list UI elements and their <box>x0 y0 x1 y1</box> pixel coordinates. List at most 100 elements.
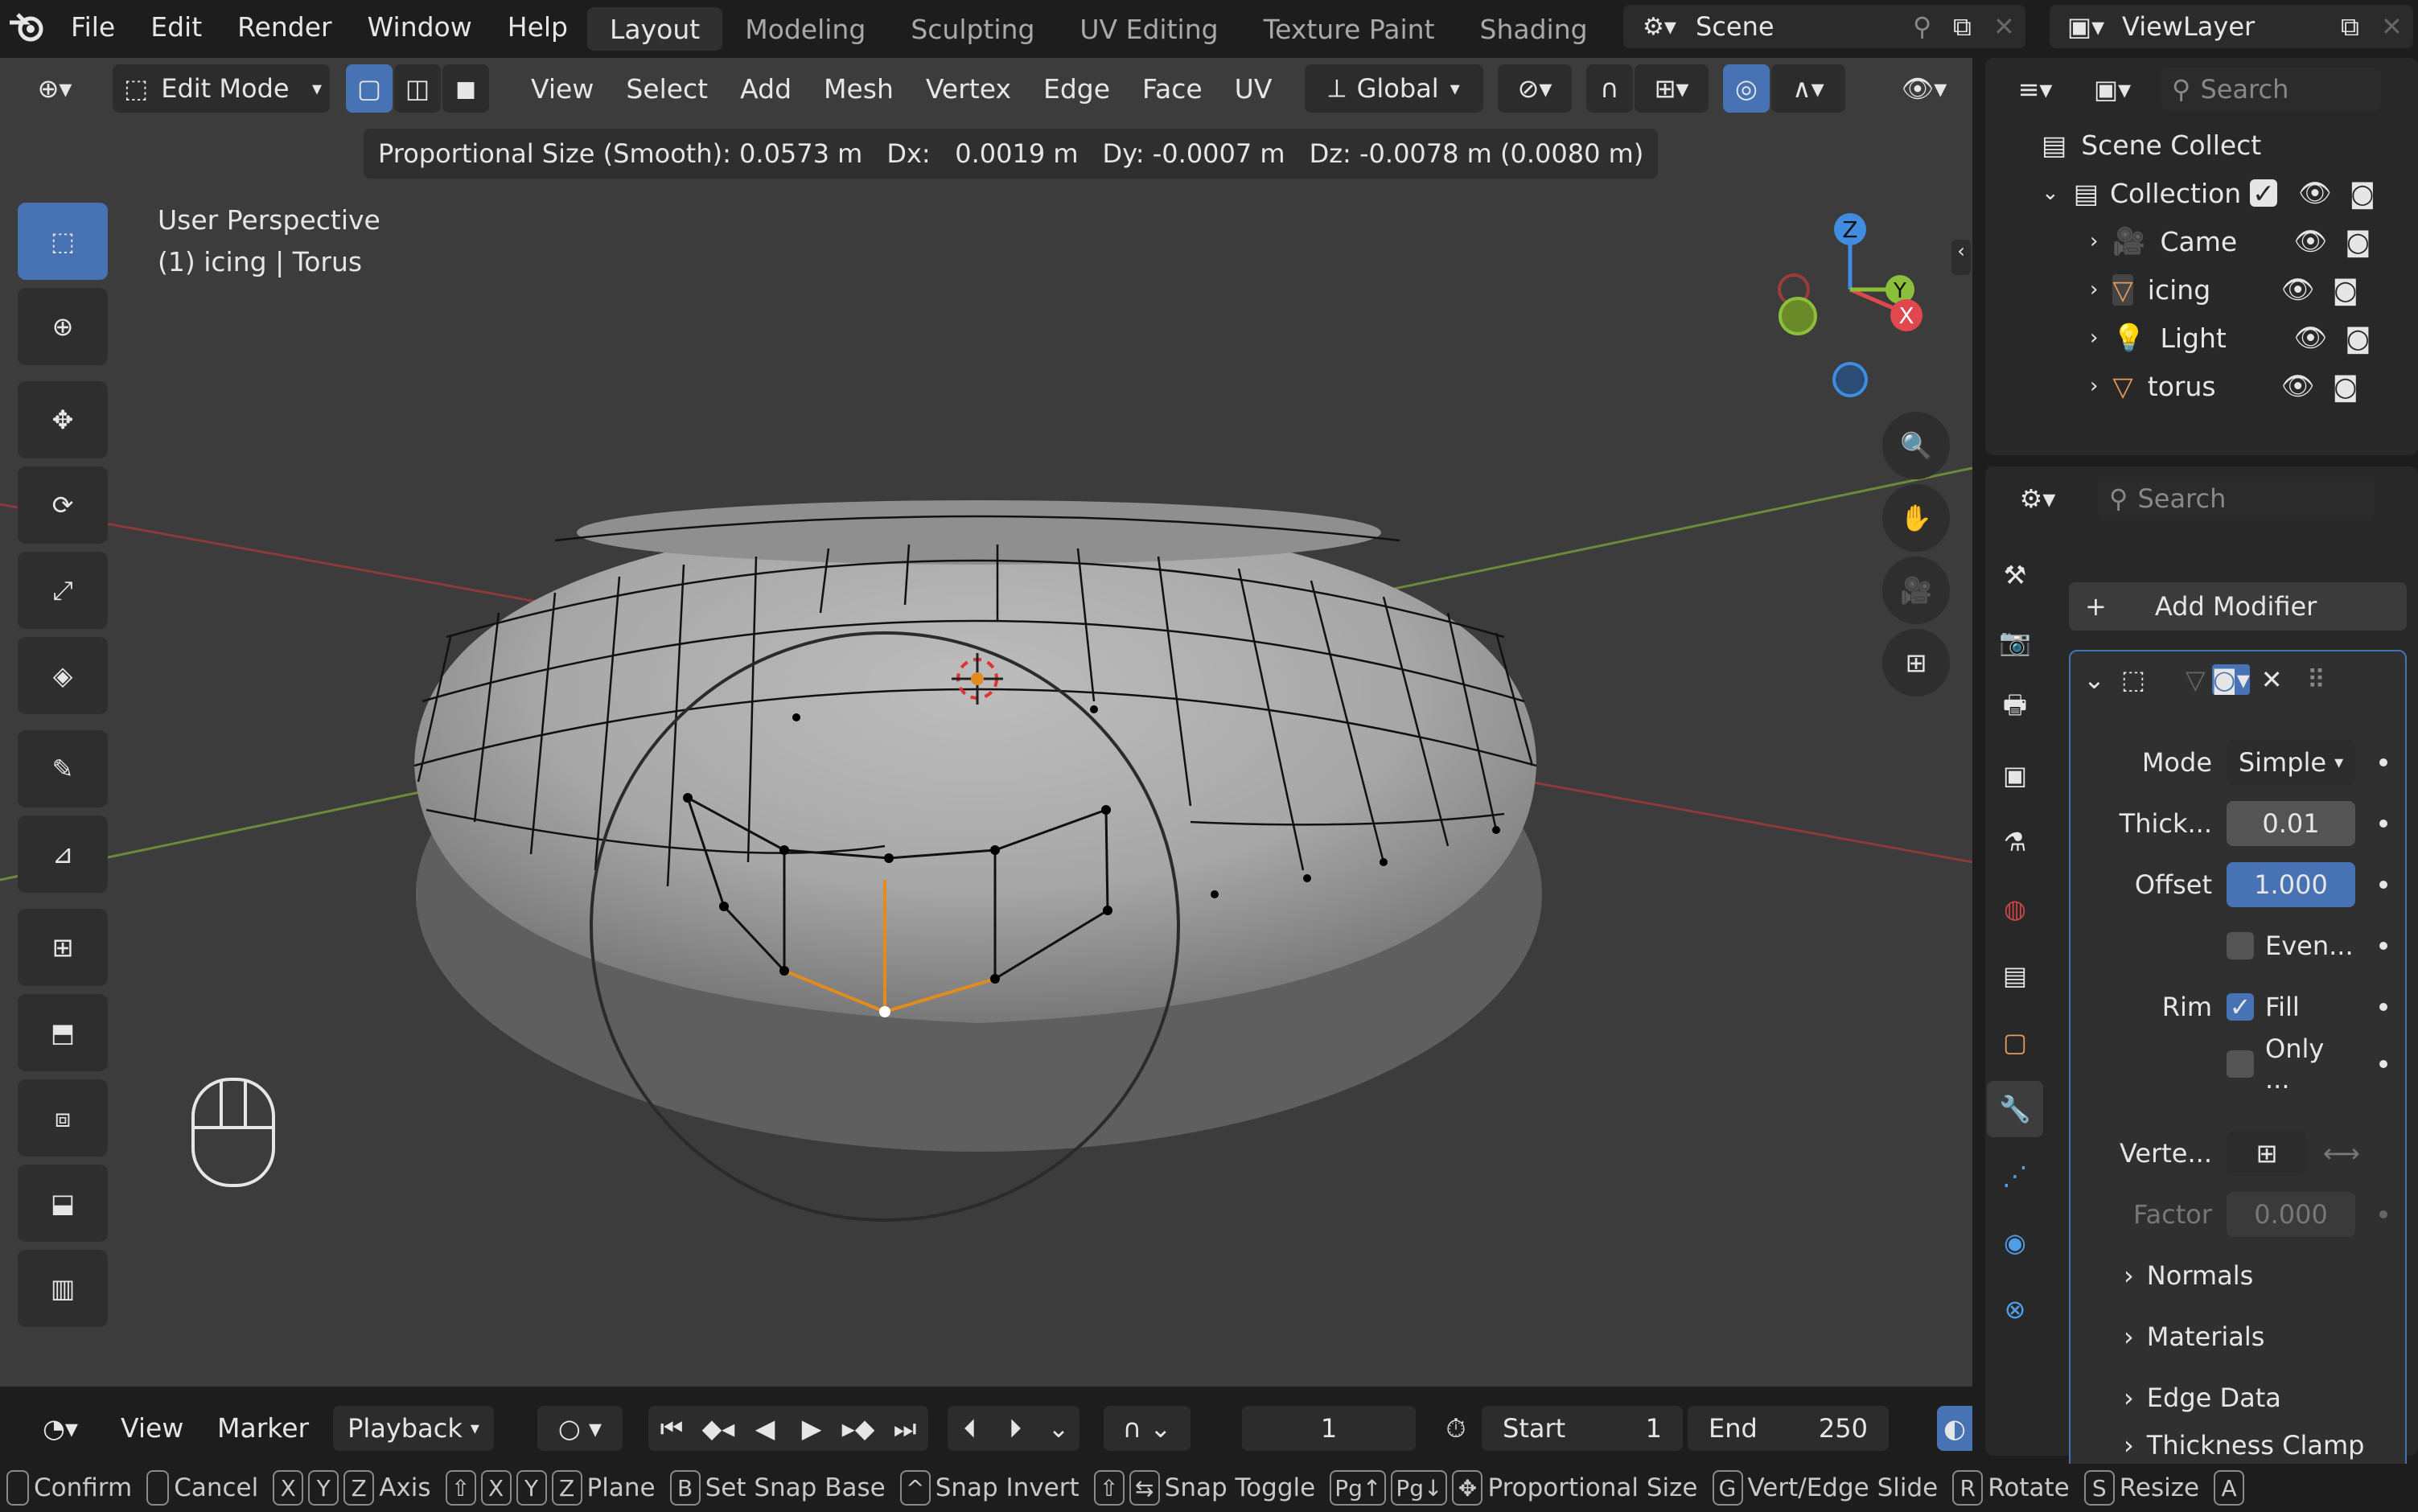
close-icon[interactable]: ✕ <box>2381 11 2413 42</box>
zoom-button[interactable]: 🔍 <box>1882 412 1950 479</box>
menu-render[interactable]: Render <box>220 0 349 53</box>
start-frame-field[interactable]: Start 1 <box>1482 1406 1683 1451</box>
menu-window[interactable]: Window <box>350 0 490 53</box>
menu-edit[interactable]: Edit <box>133 0 220 53</box>
outliner-filter[interactable]: ▣▾ <box>2079 68 2146 111</box>
collapse-sidebar-arrow[interactable]: ‹ <box>1951 240 1971 275</box>
cursor-tool[interactable]: ⊕ <box>18 288 108 365</box>
menu-vertex[interactable]: Vertex <box>910 64 1027 113</box>
tab-sculpting[interactable]: Sculpting <box>888 7 1057 51</box>
navigation-gizmo[interactable]: Z Y X <box>1754 201 1947 402</box>
modifier-header[interactable]: ⌄ ⬚ ▽ ◙▾ ✕ ⠿ <box>2071 651 2405 708</box>
snap-settings[interactable]: ⊞▾ <box>1635 64 1709 113</box>
menu-mesh[interactable]: Mesh <box>808 64 910 113</box>
menu-view[interactable]: View <box>515 64 610 113</box>
section-materials[interactable]: › Materials <box>2011 1306 2413 1367</box>
timeline-scroll-handle[interactable]: ◐ <box>1937 1406 1972 1451</box>
keyframe-dot[interactable] <box>2379 881 2387 889</box>
tab-uv-editing[interactable]: UV Editing <box>1057 7 1240 51</box>
outliner-item-icing[interactable]: › ▽ icing 👁 ◙ <box>1985 265 2418 314</box>
proportional-edit-toggle[interactable]: ◎ <box>1723 64 1770 113</box>
timeline-menu-playback[interactable]: Playback ▾ <box>333 1406 494 1451</box>
orientation-selector[interactable]: ⟂ Global ▾ <box>1305 64 1483 113</box>
vertex-select-button[interactable]: ▢ <box>346 64 393 113</box>
section-edge-data[interactable]: › Edge Data <box>2011 1367 2413 1428</box>
eye-icon[interactable]: 👁 <box>2294 322 2328 354</box>
next-frame-button[interactable]: ⏵ <box>993 1406 1038 1451</box>
camera-toggle-icon[interactable]: ◙▾ <box>2211 664 2250 695</box>
menu-uv[interactable]: UV <box>1219 64 1289 113</box>
loop-cut-tool[interactable]: ▥ <box>18 1250 108 1327</box>
play-button[interactable]: ▶ <box>788 1406 835 1451</box>
add-modifier-button[interactable]: + Add Modifier <box>2069 582 2407 631</box>
even-thickness-checkbox[interactable] <box>2227 932 2254 959</box>
pin-icon[interactable]: ⚲ <box>1913 11 1953 42</box>
preview-range-toggle[interactable]: ⏱ <box>1433 1406 1478 1451</box>
outliner-scene-collection[interactable]: ▤ Scene Collect <box>1985 121 2418 169</box>
factor-field[interactable]: 0.000 <box>2227 1192 2355 1237</box>
tab-shading[interactable]: Shading <box>1458 7 1610 51</box>
camera-render-icon[interactable]: ◙ <box>2333 371 2358 402</box>
inset-tool[interactable]: ⧈ <box>18 1079 108 1157</box>
rotate-tool[interactable]: ⟳ <box>18 466 108 544</box>
mode-dropdown[interactable]: Simple ▾ <box>2227 740 2355 785</box>
jump-start-button[interactable]: ⏮ <box>648 1406 695 1451</box>
falloff-selector[interactable]: ∧▾ <box>1771 64 1845 113</box>
current-frame-field[interactable]: 1 <box>1242 1406 1416 1451</box>
tab-texture-paint[interactable]: Texture Paint <box>1241 7 1458 51</box>
end-frame-field[interactable]: End 250 <box>1688 1406 1889 1451</box>
add-cube-tool[interactable]: ⊞ <box>18 909 108 986</box>
camera-render-icon[interactable]: ◙ <box>2345 226 2371 257</box>
prev-keyframe-button[interactable]: ◆◂ <box>695 1406 742 1451</box>
prev-frame-button[interactable]: ⏴ <box>948 1406 993 1451</box>
camera-render-icon[interactable]: ◙ <box>2345 323 2371 354</box>
perspective-toggle-button[interactable]: ⊞ <box>1882 629 1950 696</box>
outliner-search-input[interactable]: ⚲ Search <box>2161 68 2381 111</box>
face-select-button[interactable]: ◼ <box>442 64 489 113</box>
camera-render-icon[interactable]: ◙ <box>2333 274 2358 306</box>
invert-arrows-icon[interactable]: ⟷ <box>2323 1138 2360 1169</box>
menu-help[interactable]: Help <box>490 0 586 53</box>
collection-include-checkbox[interactable]: ✓ <box>2249 178 2277 209</box>
scene-selector[interactable]: ⚙▾ Scene ⚲ ⧉ ✕ <box>1623 5 2025 48</box>
thickness-field[interactable]: 0.01 <box>2227 801 2355 846</box>
menu-edge[interactable]: Edge <box>1027 64 1126 113</box>
rim-only-checkbox[interactable] <box>2227 1050 2254 1078</box>
pan-button[interactable]: ✋ <box>1882 484 1950 552</box>
tab-output[interactable]: 🖶 <box>1987 680 2043 737</box>
camera-view-button[interactable]: 🎥 <box>1882 557 1950 624</box>
tab-render[interactable]: 📷 <box>1987 614 2043 670</box>
blender-logo-icon[interactable] <box>0 0 53 53</box>
outliner-collection[interactable]: ⌄ ▤ Collection ✓ 👁 ◙ <box>1985 169 2418 217</box>
viewlayer-selector[interactable]: ▣▾ ViewLayer ⧉ ✕ <box>2050 5 2413 48</box>
edit-mode-display-icon[interactable]: ▽ <box>2186 664 2206 695</box>
tab-tool[interactable]: ⚒ <box>1987 547 2043 603</box>
move-tool[interactable]: ✥ <box>18 381 108 458</box>
vertex-group-field[interactable]: ⊞ <box>2227 1131 2307 1176</box>
section-thickness-clamp[interactable]: › Thickness Clamp <box>2011 1428 2413 1461</box>
extrude-tool[interactable]: ⬒ <box>18 994 108 1071</box>
next-keyframe-button[interactable]: ▸◆ <box>835 1406 882 1451</box>
keyframe-dot[interactable] <box>2379 758 2387 766</box>
eye-icon[interactable]: 👁 <box>2281 370 2315 402</box>
outliner-item-camera[interactable]: › 🎥 Came 👁 ◙ <box>1985 217 2418 265</box>
chevron-down-icon[interactable]: ⌄ <box>2083 664 2105 695</box>
annotate-tool[interactable]: ✎ <box>18 730 108 807</box>
timeline-menu-view[interactable]: View <box>105 1403 199 1452</box>
bevel-tool[interactable]: ⬓ <box>18 1165 108 1242</box>
torus-mesh[interactable] <box>413 500 1542 1152</box>
measure-tool[interactable]: ⊿ <box>18 816 108 893</box>
rim-fill-checkbox[interactable]: ✓ <box>2227 992 2254 1022</box>
keyframe-dot[interactable] <box>2379 820 2387 828</box>
keyframe-type-button[interactable]: ○ ▾ <box>537 1406 623 1451</box>
editor-type-button[interactable]: ⊕▾ <box>16 64 93 113</box>
camera-render-icon[interactable]: ◙ <box>2350 178 2375 209</box>
transform-tool[interactable]: ◈ <box>18 637 108 714</box>
eye-icon[interactable]: 👁 <box>2294 225 2328 257</box>
menu-face[interactable]: Face <box>1126 64 1219 113</box>
overlays-selector[interactable]: 👁▾ <box>1887 64 1961 113</box>
keyframe-dot[interactable] <box>2379 1210 2387 1218</box>
properties-editor-type[interactable]: ⚙▾ <box>2001 477 2074 520</box>
tab-modeling[interactable]: Modeling <box>722 7 888 51</box>
properties-search-input[interactable]: ⚲ Search <box>2098 477 2375 520</box>
